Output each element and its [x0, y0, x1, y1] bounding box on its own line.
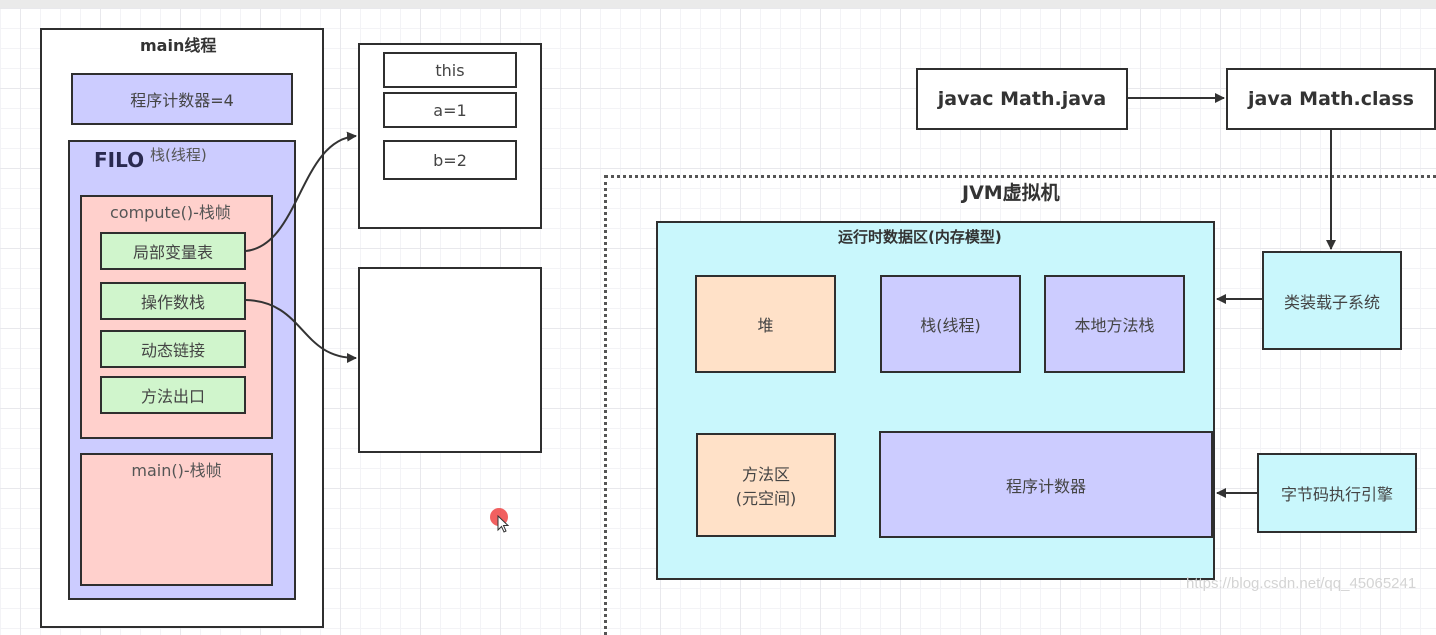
program-counter-box[interactable]: 程序计数器=4: [71, 73, 293, 125]
execution-engine-box[interactable]: 字节码执行引擎: [1257, 453, 1417, 533]
heap-box[interactable]: 堆: [695, 275, 836, 373]
class-loader-label: 类装载子系统: [1283, 292, 1380, 312]
jvm-program-counter-label: 程序计数器: [1005, 476, 1086, 496]
jvm-stack-box[interactable]: 栈(线程): [880, 275, 1021, 373]
native-method-stack-box[interactable]: 本地方法栈: [1044, 275, 1185, 373]
operand-stack[interactable]: 操作数栈: [100, 282, 246, 320]
compute-frame-title: compute()-栈帧: [110, 203, 231, 222]
method-area-sublabel: (元空间): [735, 489, 797, 508]
var-this[interactable]: this: [383, 52, 517, 88]
program-counter-label: 程序计数器=4: [130, 91, 234, 110]
method-exit-label: 方法出口: [140, 387, 205, 406]
dynamic-linking-label: 动态链接: [140, 341, 205, 360]
dynamic-linking[interactable]: 动态链接: [100, 330, 246, 368]
watermark: https://blog.csdn.net/qq_45065241: [1186, 575, 1417, 592]
thread-stack-title: 栈(线程): [150, 146, 207, 164]
var-this-label: this: [435, 60, 465, 80]
execution-engine-label: 字节码执行引擎: [1280, 485, 1393, 504]
method-exit[interactable]: 方法出口: [100, 376, 246, 414]
var-a-label: a=1: [433, 100, 467, 120]
local-variable-table[interactable]: 局部变量表: [100, 232, 246, 270]
main-frame-title: main()-栈帧: [131, 461, 222, 480]
runtime-data-area-title: 运行时数据区(内存模型): [838, 228, 1002, 246]
java-box[interactable]: java Math.class: [1226, 68, 1436, 130]
top-bar: [0, 0, 1436, 8]
javac-box[interactable]: javac Math.java: [916, 68, 1128, 130]
operand-stack-label: 操作数栈: [140, 293, 205, 312]
native-method-stack-label: 本地方法栈: [1074, 316, 1155, 335]
var-a[interactable]: a=1: [383, 92, 517, 128]
var-b-label: b=2: [433, 150, 467, 170]
jvm-stack-label: 栈(线程): [920, 316, 981, 335]
mouse-cursor-icon: [497, 515, 510, 533]
main-thread-title: main线程: [140, 36, 217, 55]
javac-label: javac Math.java: [937, 88, 1107, 110]
method-area-box[interactable]: 方法区 (元空间): [696, 433, 836, 537]
var-b[interactable]: b=2: [383, 140, 517, 180]
jvm-title: JVM虚拟机: [962, 182, 1060, 204]
java-label: java Math.class: [1248, 88, 1414, 110]
jvm-program-counter-box[interactable]: 程序计数器: [879, 431, 1213, 538]
filo-label: FILO: [94, 148, 145, 172]
heap-label: 堆: [757, 316, 774, 335]
class-loader-box[interactable]: 类装载子系统: [1262, 251, 1402, 350]
operand-stack-container[interactable]: [358, 267, 542, 453]
local-variable-table-label: 局部变量表: [132, 243, 213, 262]
method-area-label: 方法区: [741, 465, 790, 484]
main-frame-box[interactable]: main()-栈帧: [80, 453, 273, 586]
